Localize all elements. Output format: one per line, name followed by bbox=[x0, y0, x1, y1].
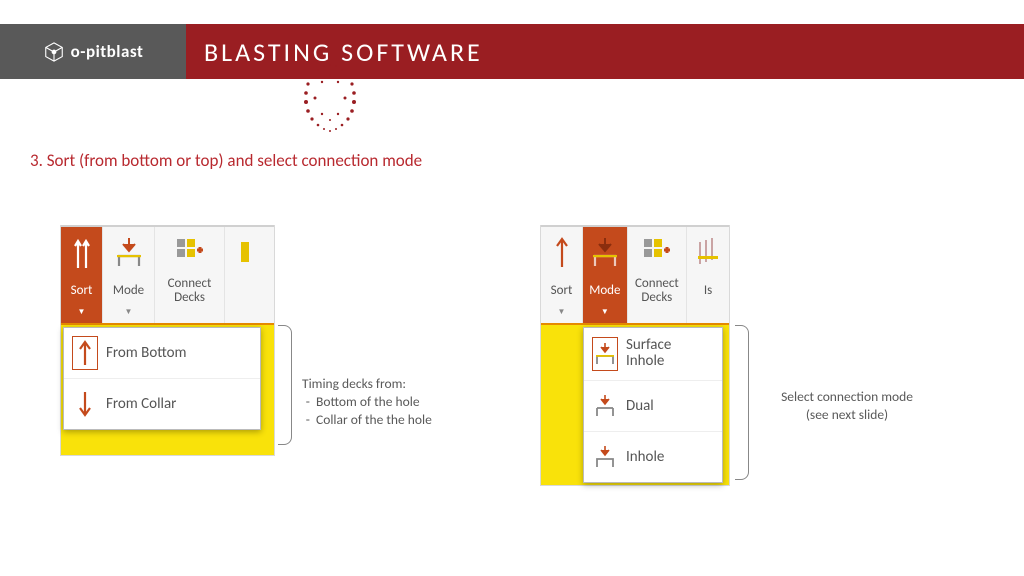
inhole-icon bbox=[594, 442, 616, 472]
mode-label: Mode bbox=[113, 275, 144, 307]
connect-decks-icon-r bbox=[640, 233, 674, 273]
partial-icon bbox=[239, 233, 253, 273]
brand-text: o-pitblast bbox=[71, 41, 144, 62]
cube-icon bbox=[43, 41, 65, 63]
chevron-down-icon: ▼ bbox=[125, 307, 133, 321]
inhole-label: Inhole bbox=[626, 448, 664, 466]
sort-ui-screenshot: Sort ▼ Mode ▼ Connect Deck bbox=[60, 225, 275, 456]
mode-dropdown: Surface Inhole Dual bbox=[583, 327, 723, 483]
bracket-left bbox=[278, 325, 292, 445]
caption-right-line1: Select connection mode bbox=[762, 388, 932, 406]
caption-left: Timing decks from: Bottom of the hole Co… bbox=[302, 375, 472, 430]
mode-button-r[interactable]: Mode ▼ bbox=[583, 227, 628, 323]
connect-decks-button[interactable]: Connect Decks bbox=[155, 227, 225, 323]
sort-arrow-icon bbox=[555, 233, 569, 273]
step-heading: 3. Sort (from bottom or top) and select … bbox=[30, 150, 422, 171]
caption-right-line2: (see next slide) bbox=[762, 406, 932, 424]
sort-button-r[interactable]: Sort ▼ bbox=[541, 227, 583, 323]
mode-label-r: Mode bbox=[589, 275, 620, 307]
connect-decks-button-r[interactable]: Connect Decks bbox=[628, 227, 687, 323]
partial-button bbox=[225, 227, 267, 323]
from-bottom-label: From Bottom bbox=[106, 344, 187, 362]
decorative-dots bbox=[280, 60, 380, 140]
chevron-down-icon: ▼ bbox=[558, 307, 566, 321]
iso-partial-label: Is bbox=[704, 275, 712, 307]
mode-button[interactable]: Mode ▼ bbox=[103, 227, 155, 323]
sort-dropdown: From Bottom From Collar bbox=[63, 327, 261, 430]
mode-ui-screenshot: Sort ▼ Mode ▼ Connect Deck bbox=[540, 225, 730, 486]
chevron-down-icon: ▼ bbox=[78, 307, 86, 321]
surface-inhole-label: Surface Inhole bbox=[626, 338, 712, 370]
sort-button[interactable]: Sort ▼ bbox=[61, 227, 103, 323]
from-collar-option[interactable]: From Collar bbox=[64, 378, 260, 429]
iso-partial-button: Is bbox=[687, 227, 729, 323]
surface-inhole-option[interactable]: Surface Inhole bbox=[584, 328, 722, 380]
sort-label-r: Sort bbox=[551, 275, 573, 307]
caption-left-item2: Collar of the the hole bbox=[316, 411, 472, 429]
chevron-down-icon: ▼ bbox=[601, 307, 609, 321]
brand-logo: o-pitblast bbox=[0, 24, 186, 79]
connect-decks-icon bbox=[173, 233, 207, 273]
bracket-right bbox=[735, 325, 749, 480]
sort-label: Sort bbox=[71, 275, 93, 307]
sort-arrows-icon bbox=[72, 233, 92, 273]
iso-icon bbox=[698, 233, 718, 273]
slide-header: o-pitblast BLASTING SOFTWARE bbox=[0, 24, 1024, 79]
mode-icon-r bbox=[589, 233, 621, 273]
connect-decks-label: Connect Decks bbox=[159, 275, 220, 307]
dual-label: Dual bbox=[626, 397, 654, 415]
arrow-down-icon bbox=[74, 389, 96, 419]
from-collar-label: From Collar bbox=[106, 395, 176, 413]
surface-inhole-icon bbox=[594, 339, 616, 369]
caption-right: Select connection mode (see next slide) bbox=[762, 388, 932, 424]
caption-left-item1: Bottom of the hole bbox=[316, 393, 472, 411]
caption-left-title: Timing decks from: bbox=[302, 375, 472, 393]
from-bottom-option[interactable]: From Bottom bbox=[64, 328, 260, 378]
dual-option[interactable]: Dual bbox=[584, 380, 722, 431]
inhole-option[interactable]: Inhole bbox=[584, 431, 722, 482]
connect-decks-label-r: Connect Decks bbox=[632, 275, 682, 307]
arrow-up-icon bbox=[74, 338, 96, 368]
dual-icon bbox=[594, 391, 616, 421]
ribbon-right: Sort ▼ Mode ▼ Connect Deck bbox=[541, 225, 729, 325]
ribbon-left: Sort ▼ Mode ▼ Connect Deck bbox=[61, 225, 274, 325]
mode-icon bbox=[113, 233, 145, 273]
